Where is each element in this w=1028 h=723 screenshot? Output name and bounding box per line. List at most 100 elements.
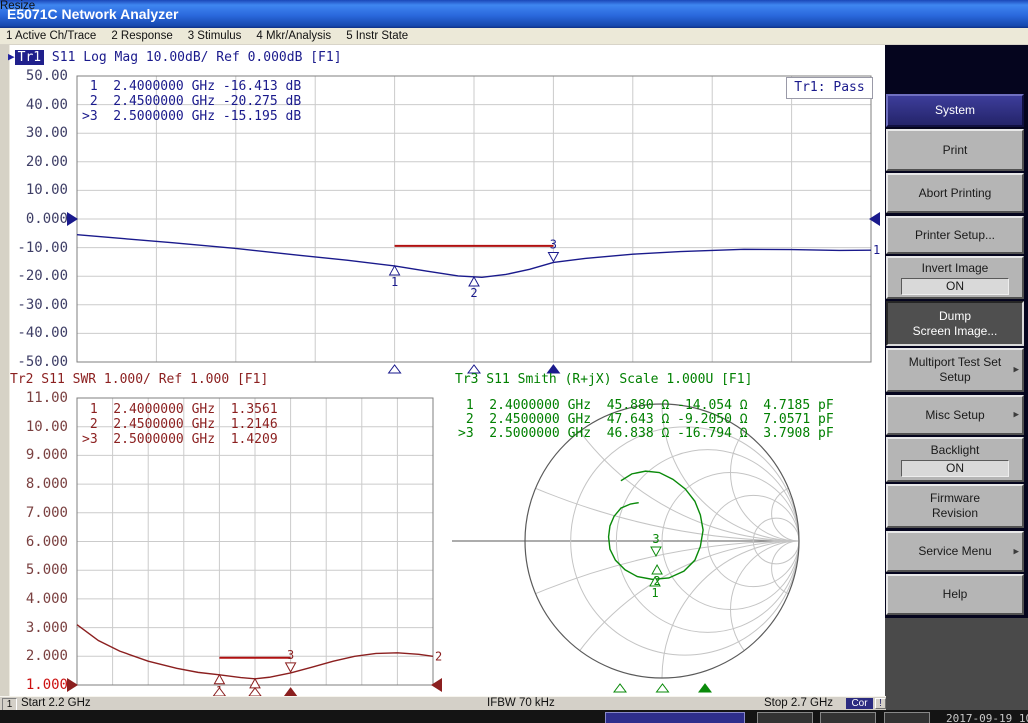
marker-readout-row: 1 2.4000000 GHz 1.3561 bbox=[82, 402, 278, 417]
softkey-backlight[interactable]: BacklightON bbox=[886, 437, 1024, 482]
y-axis-tick: 10.00 bbox=[2, 419, 68, 435]
marker-number: 1 bbox=[651, 586, 658, 600]
softkey-label: Screen Image... bbox=[913, 324, 998, 339]
softkey-multiport-test-set-setup[interactable]: Multiport Test SetSetup▸ bbox=[886, 348, 1024, 392]
clock-label: 2017-09-19 10:41 bbox=[946, 712, 1028, 723]
softkey-label: Service Menu bbox=[918, 544, 991, 559]
y-axis-tick: 11.00 bbox=[2, 390, 68, 406]
softkey-label: Backlight bbox=[931, 443, 980, 458]
trace-line bbox=[609, 471, 704, 579]
stimulus-marker-triangle bbox=[699, 684, 711, 692]
smith-x-arc bbox=[772, 541, 827, 596]
smith-r-circle bbox=[662, 473, 799, 610]
softkey-firmware-revision[interactable]: FirmwareRevision bbox=[886, 484, 1024, 528]
softkey-system[interactable]: System bbox=[886, 94, 1024, 127]
stimulus-marker-triangle bbox=[213, 688, 225, 696]
ref-level-arrow-left bbox=[67, 678, 78, 692]
softkey-printer-setup[interactable]: Printer Setup... bbox=[886, 216, 1024, 254]
marker-triangle bbox=[250, 679, 260, 688]
y-axis-tick: 2.000 bbox=[2, 648, 68, 664]
bottom-strip-segment[interactable] bbox=[820, 712, 876, 723]
marker-triangle bbox=[286, 663, 296, 672]
bottom-strip-segment[interactable] bbox=[884, 712, 930, 723]
marker-readout-row: 1 2.4000000 GHz 45.880 Ω -14.054 Ω 4.718… bbox=[458, 399, 834, 413]
softkey-print[interactable]: Print bbox=[886, 129, 1024, 171]
marker-1[interactable]: 1 bbox=[213, 675, 225, 698]
marker-readout-row: >3 2.5000000 GHz 46.838 Ω -16.794 Ω 3.79… bbox=[458, 427, 834, 441]
marker-triangle bbox=[651, 547, 661, 556]
softkey-dump-screen-image[interactable]: DumpScreen Image... bbox=[886, 301, 1024, 346]
marker-2[interactable]: 2 bbox=[468, 277, 480, 373]
stimulus-marker-triangle bbox=[657, 684, 669, 692]
y-axis-tick: 3.000 bbox=[2, 620, 68, 636]
y-axis-tick: 40.00 bbox=[2, 97, 68, 113]
menu-item-3-stimulus[interactable]: 3 Stimulus bbox=[188, 30, 242, 42]
instrument-bottom-strip: 2017-09-19 10:41 bbox=[0, 710, 1028, 723]
y-axis-tick: 0.000 bbox=[2, 211, 68, 227]
trace2-header[interactable]: Tr2 S11 SWR 1.000/ Ref 1.000 [F1] bbox=[10, 372, 268, 387]
y-axis-tick: 4.000 bbox=[2, 591, 68, 607]
marker-readout-row: 2 2.4500000 GHz 47.643 Ω -9.2050 Ω 7.057… bbox=[458, 413, 834, 427]
smith-r-circle bbox=[616, 450, 799, 633]
marker-1[interactable]: 1 bbox=[650, 577, 660, 600]
trace3-header[interactable]: Tr3 S11 Smith (R+jX) Scale 1.000U [F1] bbox=[455, 372, 752, 387]
y-axis-tick: -30.00 bbox=[2, 297, 68, 313]
marker-triangle bbox=[390, 266, 400, 275]
softkey-invert-image[interactable]: Invert ImageON bbox=[886, 256, 1024, 299]
y-axis-tick: 10.00 bbox=[2, 182, 68, 198]
marker-3[interactable]: 3 bbox=[651, 532, 661, 556]
smith-outer-circle bbox=[525, 404, 799, 678]
y-axis-tick: -20.00 bbox=[2, 268, 68, 284]
marker-readout-row: >3 2.5000000 GHz -15.195 dB bbox=[82, 109, 301, 124]
softkey-label: Firmware bbox=[930, 491, 980, 506]
submenu-arrow-icon: ▸ bbox=[1013, 544, 1019, 559]
marker-number: 3 bbox=[550, 237, 557, 251]
softkey-label: Help bbox=[943, 587, 968, 602]
bottom-strip-active-segment[interactable] bbox=[605, 712, 745, 723]
trace1-marker-table: 1 2.4000000 GHz -16.413 dB 2 2.4500000 G… bbox=[82, 79, 301, 124]
y-axis-tick: 1.000 bbox=[2, 677, 68, 693]
softkey-label: Revision bbox=[932, 506, 978, 521]
softkey-label: Multiport Test Set bbox=[909, 355, 1001, 370]
marker-2[interactable]: 2 bbox=[652, 565, 662, 588]
softkey-label: Setup bbox=[939, 370, 970, 385]
marker-triangle bbox=[469, 277, 479, 286]
softkey-service-menu[interactable]: Service Menu ▸ bbox=[886, 531, 1024, 572]
trace-line bbox=[77, 625, 433, 679]
y-axis-tick: 7.000 bbox=[2, 505, 68, 521]
stimulus-marker-triangle bbox=[389, 365, 401, 373]
menu-item-4-mkr-analysis[interactable]: 4 Mkr/Analysis bbox=[256, 30, 331, 42]
e5071c-screen: { "window": { "title": "E5071C Network A… bbox=[0, 0, 1028, 723]
y-axis-tick: 8.000 bbox=[2, 476, 68, 492]
menu-item-2-response[interactable]: 2 Response bbox=[111, 30, 172, 42]
softkey-label: Misc Setup bbox=[925, 408, 984, 423]
bottom-strip-segment[interactable] bbox=[757, 712, 813, 723]
softkey-help[interactable]: Help bbox=[886, 574, 1024, 615]
smith-r-circle bbox=[571, 427, 799, 655]
resize-button[interactable]: Resize bbox=[0, 0, 35, 12]
smith-r-circle bbox=[753, 518, 799, 564]
softkey-label: Invert Image bbox=[922, 261, 989, 276]
trace3-marker-table: 1 2.4000000 GHz 45.880 Ω -14.054 Ω 4.718… bbox=[458, 399, 834, 441]
softkey-abort-printing[interactable]: Abort Printing bbox=[886, 173, 1024, 213]
stimulus-marker-triangle bbox=[249, 688, 261, 696]
menu-item-5-instr-state[interactable]: 5 Instr State bbox=[346, 30, 408, 42]
softkey-label: Printer Setup... bbox=[915, 228, 995, 243]
marker-readout-row: 2 2.4500000 GHz 1.2146 bbox=[82, 417, 278, 432]
softkey-label: Print bbox=[943, 143, 968, 158]
menu-items: 1 Active Ch/Trace 2 Response 3 Stimulus 4 M… bbox=[0, 30, 408, 42]
softkey-misc-setup[interactable]: Misc Setup▸ bbox=[886, 395, 1024, 435]
trace1-header[interactable]: ▶Tr1 S11 Log Mag 10.00dB/ Ref 0.000dB [F… bbox=[8, 50, 342, 65]
marker-3[interactable]: 3 bbox=[547, 237, 559, 373]
marker-readout-row: 1 2.4000000 GHz -16.413 dB bbox=[82, 79, 301, 94]
window-title-bar[interactable]: E5071C Network Analyzer bbox=[0, 0, 1028, 28]
marker-3[interactable]: 3 bbox=[285, 648, 297, 696]
softkey-empty-area bbox=[884, 618, 1028, 710]
y-axis-tick: 30.00 bbox=[2, 125, 68, 141]
ifbw-label: IFBW 70 kHz bbox=[487, 697, 555, 709]
smith-x-arc bbox=[772, 486, 827, 541]
menu-item-1-active-ch-trace[interactable]: 1 Active Ch/Trace bbox=[6, 30, 96, 42]
smith-x-arc bbox=[731, 541, 868, 678]
softkey-label: Abort Printing bbox=[919, 186, 992, 201]
marker-1[interactable]: 1 bbox=[389, 266, 401, 373]
